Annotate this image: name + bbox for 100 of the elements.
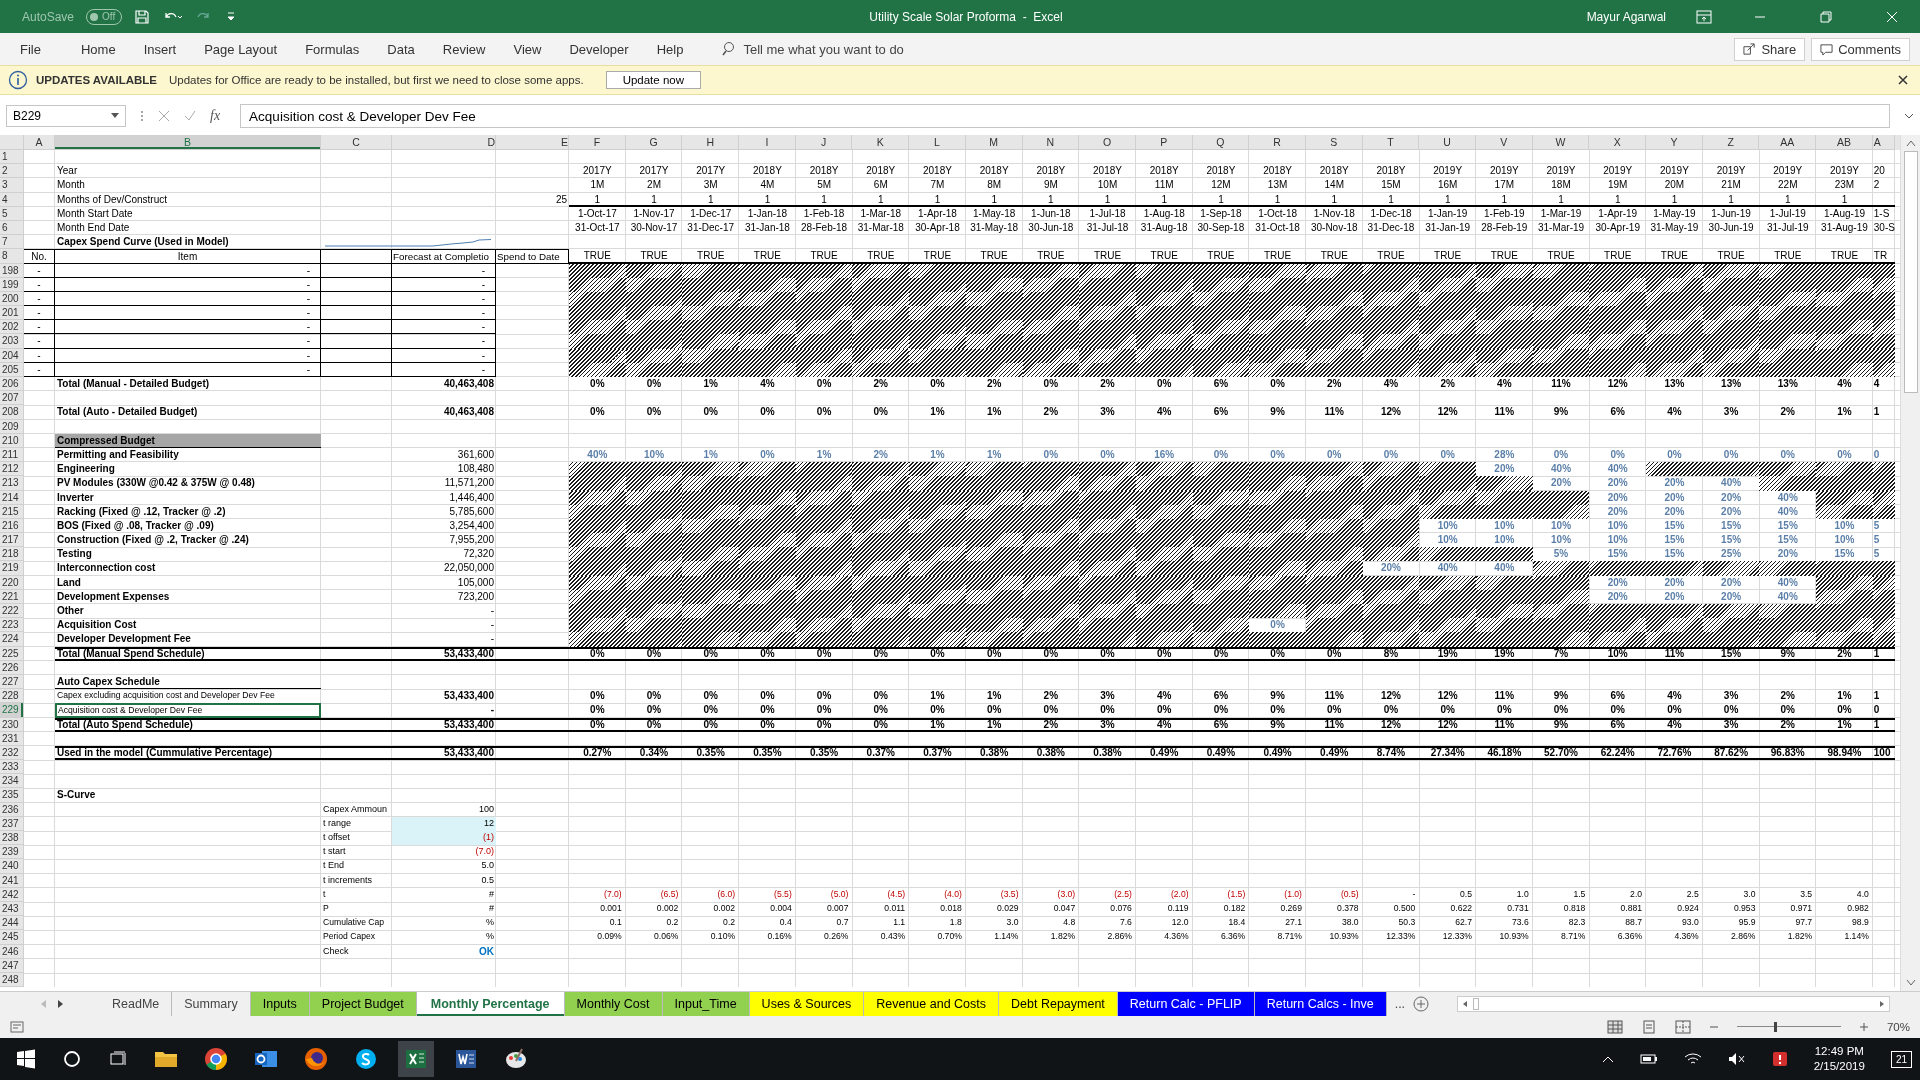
row-number[interactable]: 234 [0, 774, 24, 789]
ribbon-tab[interactable]: Page Layout [204, 41, 278, 57]
zoom-in-icon[interactable] [1858, 1022, 1869, 1032]
row-number[interactable]: 229 [0, 703, 24, 718]
row-number[interactable]: 224 [0, 632, 24, 647]
column-header[interactable]: F [569, 135, 626, 150]
customize-caret-icon[interactable] [226, 10, 237, 23]
name-box[interactable]: B229 [6, 105, 126, 127]
column-header[interactable]: L [909, 135, 966, 150]
formula-field[interactable]: Acquisition cost & Developer Dev Fee [240, 104, 1890, 128]
restore-icon[interactable] [1820, 10, 1832, 23]
ribbon-tab[interactable]: Developer [569, 41, 629, 57]
column-header[interactable]: A [1872, 135, 1895, 150]
row-number[interactable]: 1 [0, 150, 24, 165]
ribbon-tab[interactable]: Home [80, 41, 116, 57]
column-header[interactable]: U [1419, 135, 1476, 150]
insert-function-button[interactable]: fx [210, 108, 221, 124]
column-header[interactable]: AA [1759, 135, 1817, 150]
scroll-up-icon[interactable] [1905, 139, 1916, 147]
column-header[interactable]: Q [1192, 135, 1250, 150]
battery-icon[interactable] [1639, 1053, 1658, 1065]
search-icon[interactable] [62, 1049, 82, 1069]
horizontal-scrollbar[interactable] [1457, 996, 1890, 1012]
tray-caret-icon[interactable] [1601, 1055, 1614, 1063]
page-break-icon[interactable] [1674, 1020, 1691, 1034]
chat-app-icon[interactable] [354, 1047, 378, 1071]
scroll-thumb[interactable] [1903, 151, 1918, 393]
column-header[interactable]: C [321, 135, 392, 150]
sheet-tab[interactable]: Monthly Percentage [416, 992, 565, 1016]
row-number[interactable]: 245 [0, 930, 24, 945]
column-header[interactable]: E [496, 135, 569, 150]
row-number[interactable]: 201 [0, 306, 24, 321]
volume-icon[interactable] [1727, 1052, 1746, 1066]
expand-caret-icon[interactable] [1904, 113, 1914, 119]
row-number[interactable]: 208 [0, 405, 24, 420]
sheet-tab[interactable]: Monthly Cost [564, 992, 663, 1016]
row-number[interactable]: 3 [0, 178, 24, 193]
row-number[interactable]: 212 [0, 462, 24, 477]
wifi-icon[interactable] [1683, 1052, 1702, 1066]
ribbon-tab[interactable]: File [20, 41, 41, 57]
column-header[interactable]: Z [1702, 135, 1760, 150]
sheet-tab[interactable]: Debt Repayment [999, 992, 1118, 1016]
comments-button[interactable]: Comments [1811, 37, 1910, 61]
row-number[interactable]: 222 [0, 604, 24, 619]
share-button[interactable]: Share [1734, 37, 1806, 61]
row-number[interactable]: 207 [0, 391, 24, 406]
column-header[interactable]: W [1532, 135, 1590, 150]
ribbon-display-icon[interactable] [1696, 9, 1712, 24]
scroll-left-icon[interactable] [1461, 1000, 1470, 1008]
column-header[interactable]: AB [1816, 135, 1873, 150]
column-header[interactable]: M [965, 135, 1023, 150]
column-header[interactable]: B [55, 135, 321, 150]
row-number[interactable]: 8 [0, 249, 24, 265]
column-header[interactable]: G [625, 135, 683, 150]
scroll-right-icon[interactable] [1878, 1000, 1886, 1008]
more-sheets[interactable]: ... [1394, 997, 1406, 1011]
document-app-icon[interactable] [454, 1047, 478, 1071]
column-header[interactable]: P [1135, 135, 1193, 150]
scroll-down-icon[interactable] [1905, 979, 1916, 987]
row-number[interactable]: 238 [0, 831, 24, 846]
clock-date[interactable]: 2/15/2019 [1813, 1059, 1865, 1074]
column-header[interactable]: O [1079, 135, 1136, 150]
new-sheet-icon[interactable] [1413, 996, 1430, 1012]
tell-me-search[interactable]: Tell me what you want to do [743, 41, 904, 57]
sheet-tab[interactable]: Project Budget [309, 992, 417, 1016]
column-header[interactable]: K [852, 135, 910, 150]
column-header[interactable]: N [1022, 135, 1080, 150]
ribbon-tab[interactable]: Data [387, 41, 415, 57]
ribbon-tab[interactable]: Help [656, 41, 684, 57]
sheet-tab[interactable]: Revenue and Costs [864, 992, 1000, 1016]
fox-browser-icon[interactable] [304, 1047, 328, 1071]
column-header[interactable]: J [795, 135, 853, 150]
row-number[interactable]: 233 [0, 760, 24, 775]
paint-app-icon[interactable] [504, 1047, 528, 1071]
row-number[interactable]: 240 [0, 859, 24, 874]
row-number[interactable]: 203 [0, 334, 24, 349]
row-number[interactable]: 223 [0, 618, 24, 633]
ribbon-tab[interactable]: View [513, 41, 542, 57]
macro-record-icon[interactable] [10, 1021, 24, 1033]
sheet-tab[interactable]: Uses & Sources [749, 992, 865, 1016]
clock-time[interactable]: 12:49 PM [1814, 1044, 1864, 1059]
row-number[interactable]: 206 [0, 377, 24, 392]
alert-app-icon[interactable] [1771, 1051, 1788, 1067]
start-icon[interactable] [16, 1049, 36, 1069]
row-number[interactable]: 244 [0, 916, 24, 931]
row-number[interactable]: 228 [0, 689, 24, 704]
folder-icon[interactable] [154, 1049, 178, 1069]
row-number[interactable]: 218 [0, 547, 24, 562]
column-header[interactable]: T [1362, 135, 1420, 150]
drag-handle-icon[interactable] [140, 110, 144, 122]
zoom-slider[interactable] [1736, 1021, 1841, 1033]
row-number[interactable]: 7 [0, 235, 24, 250]
column-header[interactable]: D [392, 135, 496, 150]
sheet-tab[interactable]: Inputs [250, 992, 310, 1016]
zoom-level[interactable]: 70% [1886, 1021, 1910, 1033]
column-header[interactable]: V [1476, 135, 1533, 150]
ribbon-tab[interactable]: Insert [143, 41, 177, 57]
row-number[interactable]: 202 [0, 320, 24, 335]
next-sheet-icon[interactable] [56, 1000, 64, 1008]
row-number[interactable]: 213 [0, 476, 24, 491]
